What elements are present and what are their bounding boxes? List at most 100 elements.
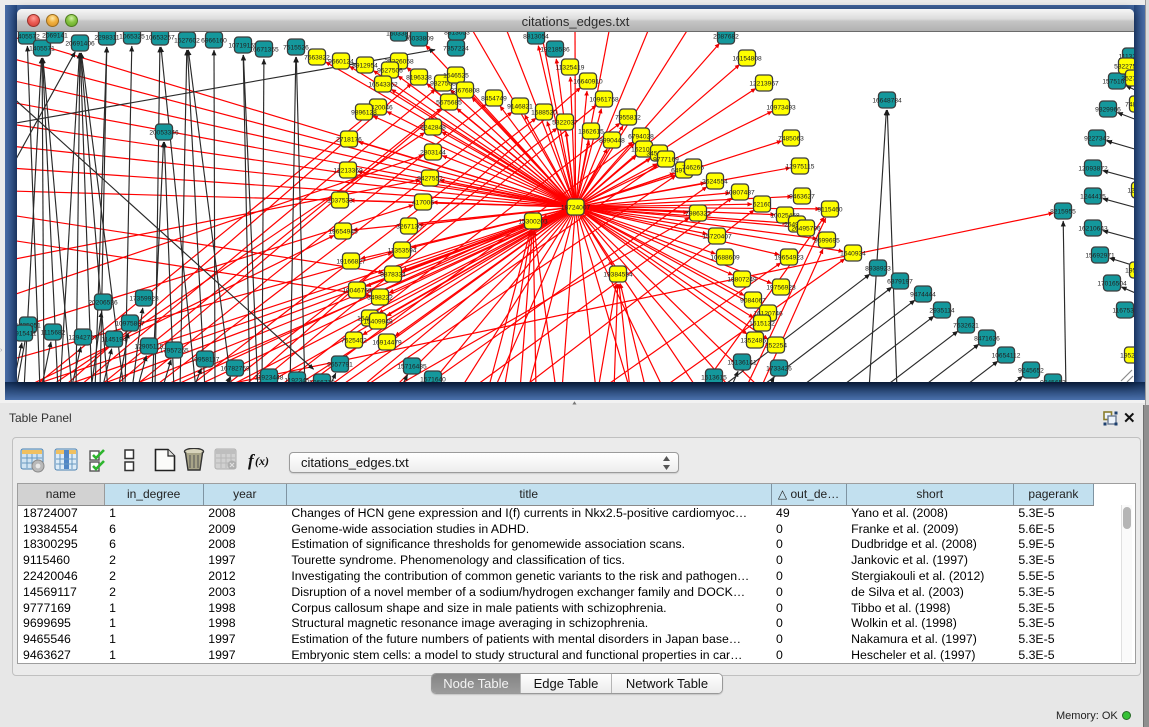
svg-text:8813054: 8813054 xyxy=(523,33,549,40)
svg-text:3267130: 3267130 xyxy=(396,223,422,230)
svg-text:12942737: 12942737 xyxy=(68,334,98,341)
svg-text:8471626: 8471626 xyxy=(974,335,1000,342)
svg-text:9084067: 9084067 xyxy=(740,297,766,304)
svg-text:8196328: 8196328 xyxy=(406,74,432,81)
svg-text:9474444: 9474444 xyxy=(910,291,936,298)
svg-text:18724007: 18724007 xyxy=(561,204,591,211)
svg-text:15720407: 15720407 xyxy=(702,233,732,240)
svg-text:15716485: 15716485 xyxy=(397,363,427,370)
svg-text:9245652: 9245652 xyxy=(1018,367,1044,374)
svg-text:2298311: 2298311 xyxy=(94,34,120,41)
svg-text:1065325: 1065325 xyxy=(119,33,145,40)
svg-text:2069141: 2069141 xyxy=(42,32,68,39)
svg-text:6966160: 6966160 xyxy=(201,37,227,44)
svg-text:8427552: 8427552 xyxy=(417,175,443,182)
svg-text:19384554: 19384554 xyxy=(603,271,633,278)
svg-text:10653257: 10653257 xyxy=(145,34,175,41)
svg-text:1527602: 1527602 xyxy=(174,37,200,44)
svg-text:19218586: 19218586 xyxy=(540,46,570,53)
svg-text:1546525: 1546525 xyxy=(443,72,469,79)
svg-text:15692971: 15692971 xyxy=(1085,252,1115,259)
svg-text:417006: 417006 xyxy=(412,199,434,206)
svg-text:10958117: 10958117 xyxy=(191,356,220,363)
svg-text:7986322: 7986322 xyxy=(685,210,711,217)
svg-text:8215955: 8215955 xyxy=(1050,208,1076,215)
svg-text:(x): (x) xyxy=(255,454,269,468)
svg-text:7663822: 7663822 xyxy=(304,54,330,61)
svg-text:62160: 62160 xyxy=(753,201,772,208)
svg-text:6379197: 6379197 xyxy=(887,278,913,285)
svg-text:3915411: 3915411 xyxy=(17,330,37,337)
svg-text:1145194: 1145194 xyxy=(101,336,127,343)
svg-text:1571640: 1571640 xyxy=(420,376,446,382)
svg-text:3624554: 3624554 xyxy=(702,178,728,185)
svg-text:7955812: 7955812 xyxy=(615,114,641,121)
svg-text:8912954: 8912954 xyxy=(352,62,378,69)
svg-text:8990448: 8990448 xyxy=(599,137,625,144)
svg-text:1733426: 1733426 xyxy=(766,365,792,372)
svg-text:16033809: 16033809 xyxy=(404,35,434,42)
svg-text:9657791: 9657791 xyxy=(327,361,353,368)
svg-text:16640910: 16640910 xyxy=(573,78,603,85)
svg-text:10975867: 10975867 xyxy=(115,320,145,327)
svg-text:9245653: 9245653 xyxy=(1040,379,1066,382)
svg-text:12093872: 12093872 xyxy=(1078,165,1108,172)
svg-text:9115460: 9115460 xyxy=(817,206,843,213)
svg-text:1167533: 1167533 xyxy=(1112,307,1134,314)
svg-text:5322037: 5322037 xyxy=(552,119,578,126)
svg-text:1588520: 1588520 xyxy=(531,109,557,116)
svg-text:9329966: 9329966 xyxy=(1095,106,1121,113)
svg-text:9242848: 9242848 xyxy=(420,124,446,131)
svg-text:1244415: 1244415 xyxy=(1080,193,1106,200)
svg-text:16543362: 16543362 xyxy=(368,81,398,88)
svg-text:1297511: 1297511 xyxy=(1127,187,1134,194)
svg-text:2718176: 2718176 xyxy=(336,136,362,143)
svg-text:16782759: 16782759 xyxy=(220,365,250,372)
svg-text:9146821: 9146821 xyxy=(507,103,533,110)
svg-text:7357224: 7357224 xyxy=(443,45,469,52)
svg-text:9777169: 9777169 xyxy=(653,156,679,163)
svg-text:2935114: 2935114 xyxy=(929,307,955,314)
svg-text:1952442: 1952442 xyxy=(1120,352,1134,359)
svg-text:12975115: 12975115 xyxy=(786,163,815,170)
svg-text:10807487: 10807487 xyxy=(725,189,755,196)
svg-text:5675685: 5675685 xyxy=(436,99,462,106)
svg-text:1362615: 1362615 xyxy=(578,128,604,135)
svg-text:15300203: 15300203 xyxy=(518,218,548,225)
svg-text:11923448: 11923448 xyxy=(255,374,284,381)
svg-text:3527511: 3527511 xyxy=(1121,75,1134,82)
svg-text:19654923: 19654923 xyxy=(774,254,804,261)
svg-text:1115682: 1115682 xyxy=(41,329,66,336)
svg-text:10973493: 10973493 xyxy=(766,104,796,111)
svg-text:7632621: 7632621 xyxy=(953,322,979,329)
svg-text:252254: 252254 xyxy=(765,342,787,349)
svg-text:23676808: 23676808 xyxy=(450,87,480,94)
svg-text:15409948: 15409948 xyxy=(363,318,393,325)
svg-text:20691406: 20691406 xyxy=(65,40,95,47)
svg-text:16210643: 16210643 xyxy=(1078,225,1108,232)
svg-text:8813053: 8813053 xyxy=(444,32,470,36)
svg-text:20206536: 20206536 xyxy=(88,299,118,306)
svg-text:7485001: 7485001 xyxy=(1125,101,1134,108)
svg-text:16154808: 16154808 xyxy=(732,55,762,62)
svg-text:7515526: 7515526 xyxy=(283,44,309,51)
svg-text:10961758: 10961758 xyxy=(589,96,619,103)
svg-text:26495796: 26495796 xyxy=(791,225,821,232)
svg-text:9699695: 9699695 xyxy=(814,237,840,244)
svg-text:7485063: 7485063 xyxy=(778,135,804,142)
svg-text:18807249: 18807249 xyxy=(727,276,757,283)
svg-text:12213369: 12213369 xyxy=(333,167,363,174)
svg-text:19654945: 19654945 xyxy=(328,228,358,235)
svg-text:11353594: 11353594 xyxy=(388,247,417,254)
svg-text:16648784: 16648784 xyxy=(872,97,902,104)
svg-text:1513615: 1513615 xyxy=(701,374,727,381)
svg-text:20053346: 20053346 xyxy=(149,129,179,136)
svg-text:10654112: 10654112 xyxy=(992,352,1021,359)
svg-text:1405572: 1405572 xyxy=(17,33,40,40)
svg-text:10688609: 10688609 xyxy=(710,254,740,261)
svg-text:8454749: 8454749 xyxy=(481,95,507,102)
svg-text:6794028: 6794028 xyxy=(628,133,654,140)
svg-text:2087682: 2087682 xyxy=(713,33,739,40)
svg-text:9227342: 9227342 xyxy=(1084,135,1110,142)
svg-text:17359928: 17359928 xyxy=(129,295,159,302)
